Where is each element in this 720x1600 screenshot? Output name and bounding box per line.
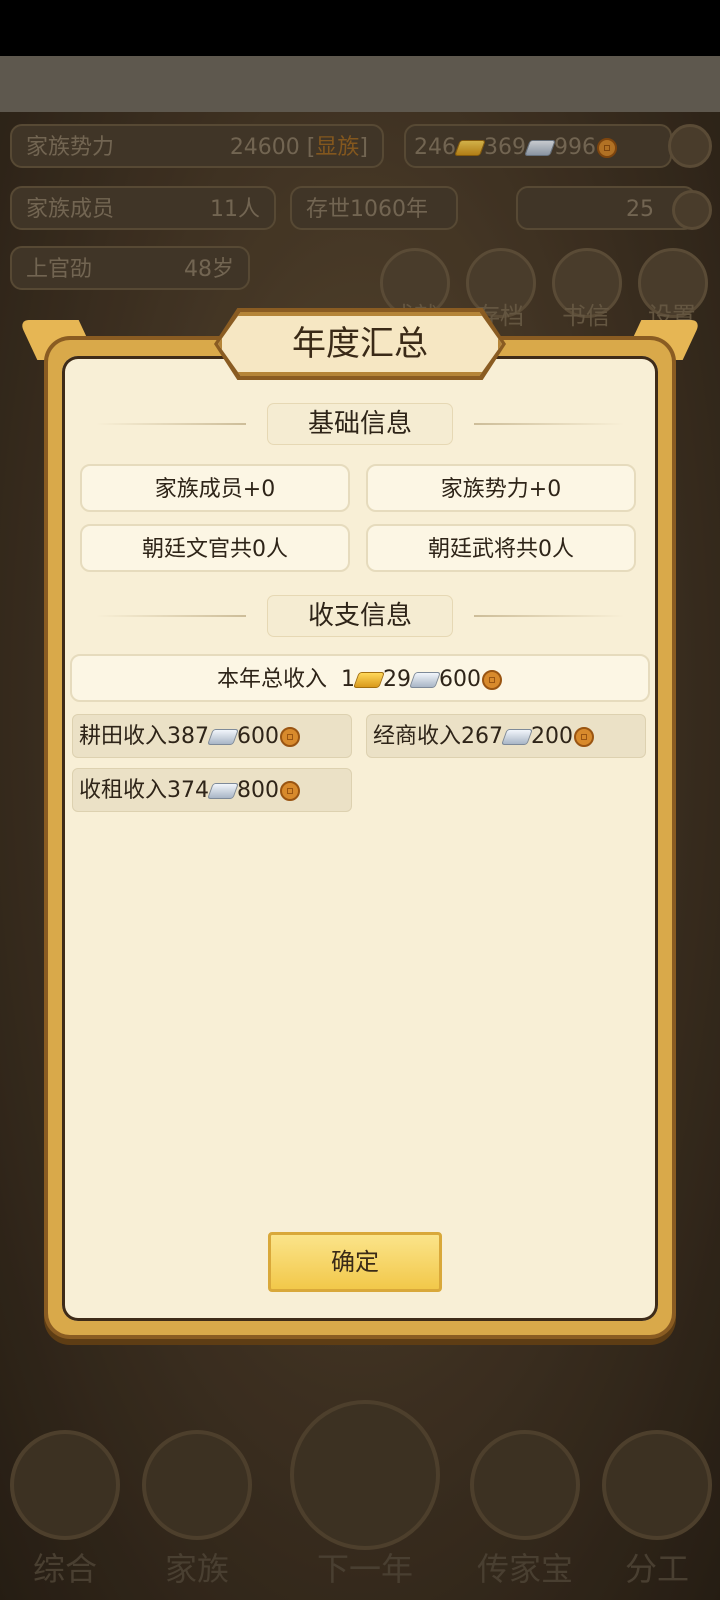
family-power-change: 家族势力+0: [366, 464, 636, 512]
top-bar: [0, 56, 720, 112]
total-income-row: 本年总收入 1 29 600: [70, 654, 650, 702]
dialog-title: 年度汇总: [218, 312, 502, 376]
farming-income: 耕田收入387 600: [72, 714, 352, 758]
trade-income-coin: 200: [531, 724, 573, 749]
trade-income: 经商收入267 200: [366, 714, 646, 758]
rent-income-coin: 800: [237, 778, 279, 803]
section-income-info: 收支信息: [96, 596, 624, 636]
rent-income-label: 收租收入374: [79, 778, 209, 803]
trade-income-label: 经商收入267: [373, 724, 503, 749]
divider: [96, 423, 246, 425]
total-income-silver: 29: [383, 667, 411, 692]
total-income-gold: 1: [341, 667, 355, 692]
rent-income: 收租收入374 800: [72, 768, 352, 812]
section-basic-label: 基础信息: [268, 404, 452, 444]
divider: [474, 423, 624, 425]
status-bar: [0, 0, 720, 56]
silver-ingot-icon: [501, 729, 533, 745]
total-income-coin: 600: [439, 667, 481, 692]
civil-officials-count: 朝廷文官共0人: [80, 524, 350, 572]
silver-ingot-icon: [207, 729, 239, 745]
copper-coin-icon: [574, 727, 594, 747]
copper-coin-icon: [482, 670, 502, 690]
silver-ingot-icon: [409, 672, 441, 688]
total-income-label: 本年总收入: [216, 667, 327, 692]
section-basic-info: 基础信息: [96, 404, 624, 444]
military-generals-count: 朝廷武将共0人: [366, 524, 636, 572]
copper-coin-icon: [280, 781, 300, 801]
confirm-button[interactable]: 确定: [268, 1232, 442, 1292]
section-income-label: 收支信息: [268, 596, 452, 636]
divider: [96, 615, 246, 617]
silver-ingot-icon: [207, 783, 239, 799]
divider: [474, 615, 624, 617]
farming-income-label: 耕田收入387: [79, 724, 209, 749]
copper-coin-icon: [280, 727, 300, 747]
gold-ingot-icon: [353, 672, 385, 688]
family-members-change: 家族成员+0: [80, 464, 350, 512]
farming-income-coin: 600: [237, 724, 279, 749]
